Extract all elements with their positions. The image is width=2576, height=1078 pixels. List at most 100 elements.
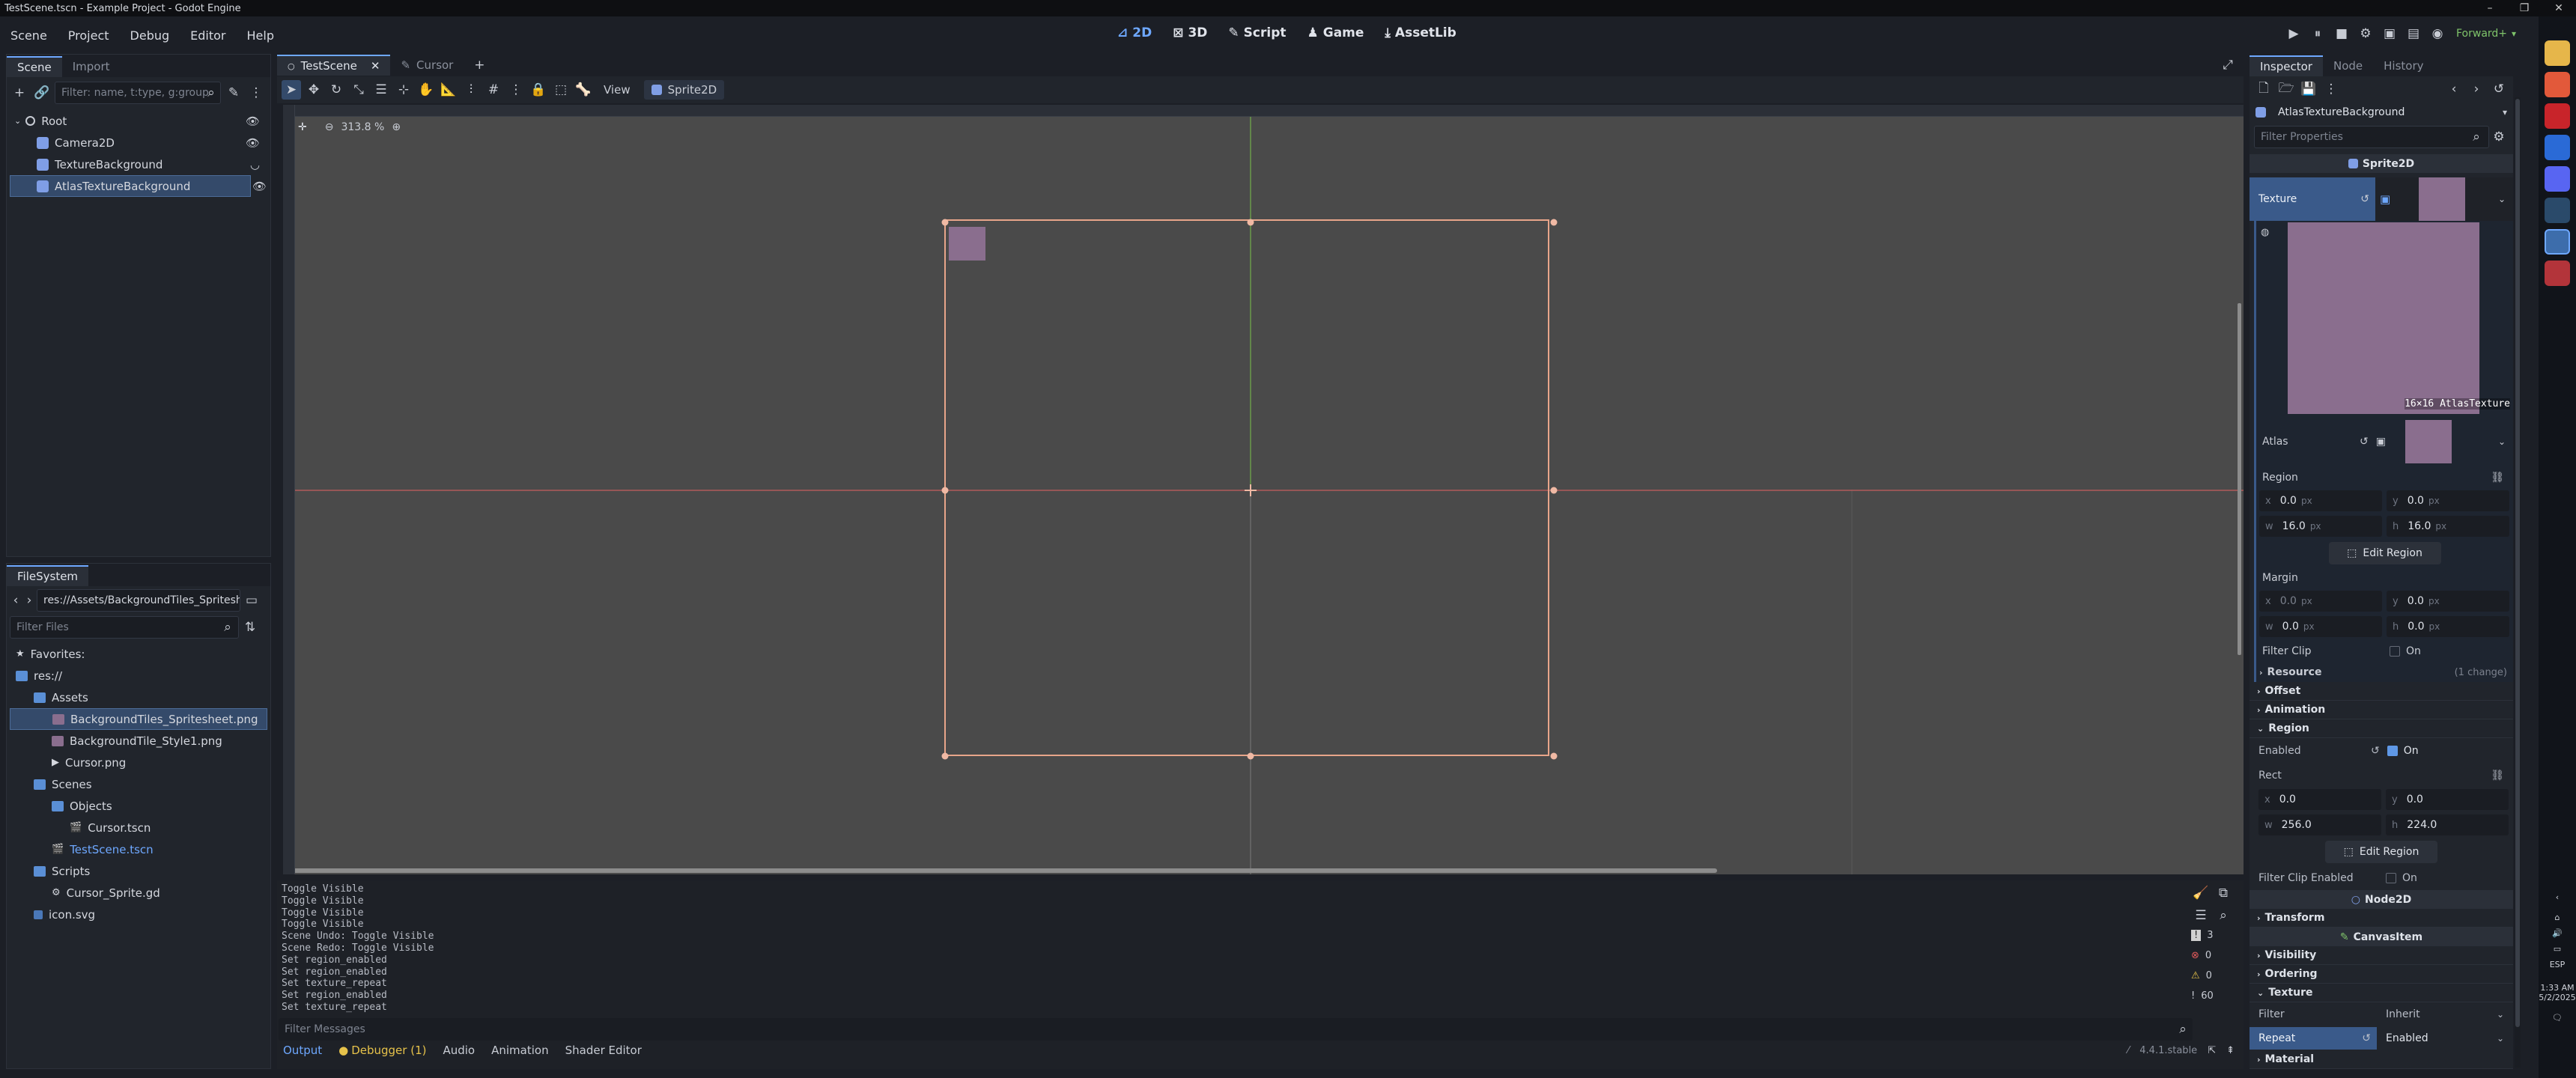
rect-x-field[interactable]: x 0.0 <box>2258 789 2381 810</box>
forward-icon[interactable]: › <box>23 591 35 610</box>
close-icon[interactable]: ✕ <box>371 59 380 73</box>
expand-panel-icon[interactable]: ⇞ <box>2226 1045 2235 1056</box>
close-window-button[interactable]: ✕ <box>2542 0 2576 16</box>
tree-node-texturebackground[interactable]: TextureBackground ◡ <box>10 153 267 175</box>
atlas-thumbnail[interactable] <box>2405 420 2452 463</box>
split-view-icon[interactable]: ▭ <box>242 591 261 610</box>
section-region[interactable]: ⌄ Region <box>2250 719 2513 738</box>
sprite-bounding-box[interactable] <box>944 219 1549 756</box>
file-item[interactable]: ★ Favorites: <box>10 643 267 665</box>
clear-icon[interactable]: 🧹 <box>2191 883 2211 903</box>
file-item[interactable]: BackgroundTiles_Spritesheet.png <box>10 708 267 730</box>
texture-filter-dropdown[interactable]: Inherit ⌄ <box>2386 1008 2513 1020</box>
tab-debugger[interactable]: ● Debugger (1) <box>338 1044 426 1057</box>
chevron-down-icon[interactable]: ⌄ <box>2498 194 2506 204</box>
back-icon[interactable]: ‹ <box>2444 79 2464 99</box>
center-view-icon[interactable]: ✛ <box>298 121 307 133</box>
scene-tab-cursor[interactable]: ✎ Cursor <box>390 55 464 76</box>
vertical-scrollbar[interactable] <box>2238 303 2241 655</box>
checkerboard-toggle-icon[interactable]: ◍ <box>2261 227 2269 238</box>
filesystem-filter-input[interactable]: Filter Files <box>10 616 239 639</box>
new-resource-icon[interactable]: 🗋 <box>2254 79 2273 99</box>
play-scene-icon[interactable]: ▣ <box>2380 24 2399 43</box>
skeleton-icon[interactable]: 🦴 <box>574 80 593 100</box>
file-item[interactable]: ⚙ Cursor_Sprite.gd <box>10 882 267 904</box>
file-explorer-icon[interactable] <box>2545 40 2570 66</box>
pivot-cross[interactable] <box>1245 484 1257 496</box>
menu-project[interactable]: Project <box>68 28 109 43</box>
add-node-icon[interactable]: + <box>10 83 29 103</box>
list-select-icon[interactable]: ☰ <box>371 80 391 100</box>
more-icon[interactable]: ⋮ <box>246 83 266 103</box>
settings-icon[interactable]: ⚙ <box>2489 127 2509 147</box>
tree-node-camera2d[interactable]: Camera2D 👁 <box>10 132 267 153</box>
keyboard-language[interactable]: ESP <box>2539 960 2576 969</box>
distraction-free-icon[interactable]: ⤢ <box>2218 55 2238 75</box>
revert-icon[interactable]: ↺ <box>2360 193 2369 205</box>
volume-icon[interactable]: 🔊 <box>2539 928 2576 938</box>
sprite2d-menu[interactable]: Sprite2D <box>643 80 725 100</box>
pan-tool-icon[interactable]: ✋ <box>416 80 436 100</box>
filter-clip-checkbox[interactable] <box>2390 646 2400 657</box>
group-icon[interactable]: ⬚ <box>551 80 571 100</box>
chevron-down-icon[interactable]: ⌄ <box>2498 436 2506 447</box>
file-item[interactable]: Scripts <box>10 860 267 882</box>
file-item[interactable]: icon.svg <box>10 904 267 925</box>
back-icon[interactable]: ‹ <box>10 591 22 610</box>
notifications-icon[interactable]: 🗨 <box>2539 1013 2576 1023</box>
file-item[interactable]: 🎬 TestScene.tscn <box>10 838 267 860</box>
firefox-icon[interactable] <box>2545 72 2570 97</box>
horizontal-scrollbar[interactable] <box>283 868 1717 873</box>
menu-debug[interactable]: Debug <box>130 28 170 43</box>
file-item[interactable]: Assets <box>10 686 267 708</box>
tab-filesystem[interactable]: FileSystem <box>7 565 89 586</box>
link-icon[interactable]: ⛓ <box>2491 472 2504 484</box>
renderer-selector[interactable]: Forward+ <box>2456 28 2507 40</box>
search-icon[interactable]: ⌕ <box>2214 906 2233 925</box>
select-tool-icon[interactable]: ➤ <box>282 80 301 100</box>
resource-section[interactable]: › Resource (1 change) <box>2256 663 2513 682</box>
canvas-viewport[interactable] <box>283 105 2244 874</box>
file-item[interactable]: Scenes <box>10 773 267 795</box>
workspace-2d-button[interactable]: ⊿ 2D <box>1117 25 1152 40</box>
file-item[interactable]: 🎬 Cursor.tscn <box>10 817 267 838</box>
region-x-field[interactable]: x 0.0 px <box>2259 490 2382 511</box>
link-icon[interactable]: 🔗 <box>32 83 52 103</box>
workspace-assetlib-button[interactable]: ⤓ AssetLib <box>1385 25 1456 40</box>
inspector-scrollbar[interactable] <box>2515 97 2521 1068</box>
open-resource-icon[interactable]: 🗁 <box>2276 79 2296 99</box>
margin-h-field[interactable]: h 0.0 px <box>2387 616 2509 637</box>
attach-script-icon[interactable]: ✎ <box>224 83 243 103</box>
forward-icon[interactable]: › <box>2467 79 2486 99</box>
section-texture[interactable]: ⌄ Texture <box>2250 984 2513 1002</box>
view-menu[interactable]: View <box>604 83 631 97</box>
telegram-icon[interactable] <box>2545 135 2570 160</box>
section-transform[interactable]: › Transform <box>2250 909 2513 928</box>
tab-history[interactable]: History <box>2373 55 2434 76</box>
eye-icon[interactable]: 👁 <box>252 180 267 193</box>
tab-animation[interactable]: Animation <box>491 1044 548 1057</box>
movie-maker-icon[interactable]: ◉ <box>2428 24 2447 43</box>
menu-scene[interactable]: Scene <box>10 28 47 43</box>
rect-h-field[interactable]: h 224.0 <box>2386 814 2509 835</box>
tab-output[interactable]: Output <box>283 1044 322 1057</box>
play-custom-scene-icon[interactable]: ▤ <box>2404 24 2423 43</box>
maximize-button[interactable]: ❐ <box>2507 0 2542 16</box>
revert-icon[interactable]: ↺ <box>2371 745 2380 757</box>
remote-debug-icon[interactable]: ⚙ <box>2356 24 2375 43</box>
texture-thumbnail[interactable] <box>2419 177 2466 221</box>
edit-region-rect-button[interactable]: ⬚ Edit Region <box>2325 841 2437 863</box>
menu-help[interactable]: Help <box>247 28 274 43</box>
history-icon[interactable]: ↺ <box>2489 79 2509 99</box>
copy-icon[interactable]: ⧉ <box>2214 883 2233 903</box>
steam-icon[interactable] <box>2545 198 2570 223</box>
tab-scene[interactable]: Scene <box>7 56 62 77</box>
network-icon[interactable]: ⌂ <box>2539 913 2576 922</box>
store-app-icon[interactable] <box>2545 261 2570 286</box>
play-icon[interactable]: ▶ <box>2284 24 2303 43</box>
warning-icon[interactable]: ⚠ <box>2191 970 2200 981</box>
lock-icon[interactable]: 🔒 <box>529 80 548 100</box>
section-animation[interactable]: › Animation <box>2250 701 2513 719</box>
more-icon[interactable]: ⋮ <box>2321 79 2341 99</box>
error-icon[interactable]: ⊗ <box>2191 950 2199 961</box>
